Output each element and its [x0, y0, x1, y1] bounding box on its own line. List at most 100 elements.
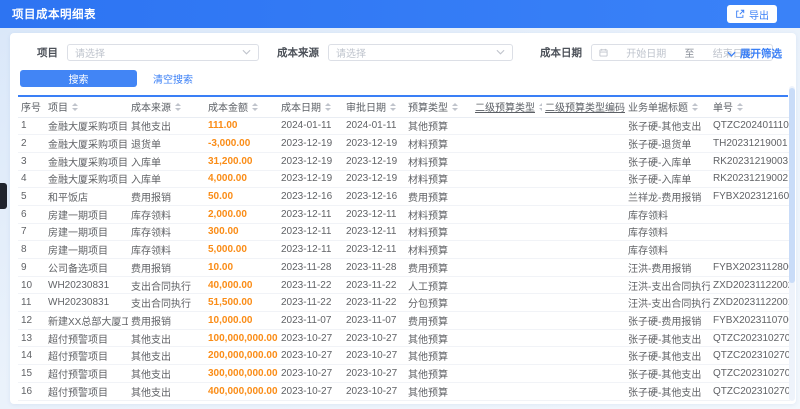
column-header-8[interactable]: 二级预算类型编码 — [542, 97, 625, 118]
cell: 其他预算 — [405, 364, 472, 383]
cell — [472, 346, 542, 366]
cell: 张子硬-费用报销 — [625, 311, 710, 330]
table-scrollbar[interactable] — [789, 86, 795, 401]
cost-source-filter-label: 成本来源 — [277, 46, 319, 59]
cell: RK20231219003 — [710, 152, 790, 171]
sort-icon[interactable] — [252, 103, 258, 111]
cell: 16 — [18, 382, 45, 401]
table-row: 1 金融大厦采购项目 其他支出 111.00 2024-01-11 2024-01-11 其… — [18, 117, 790, 136]
cell: 其他预算 — [405, 346, 472, 366]
cell — [542, 382, 625, 401]
cell: 兰祥龙-费用报销 — [625, 187, 710, 206]
cell — [710, 240, 790, 259]
cell: 房建一期项目 — [45, 240, 128, 259]
column-header-3[interactable]: 成本金额 — [205, 97, 278, 118]
table-row: 13 超付预警项目 其他支出 100,000,000.00 2023-10-27 2023… — [18, 329, 790, 348]
column-header-9[interactable]: 业务单据标题 — [625, 97, 710, 118]
cell: 6 — [18, 205, 45, 224]
cell: QTZC20231027002 — [710, 400, 790, 404]
cell: 入库单 — [128, 152, 205, 171]
cell: 库存领料 — [625, 240, 710, 259]
cell: QTZC20231027002 — [710, 364, 790, 383]
cell: 张子硬-其他支出 — [625, 382, 710, 401]
cell: 新建XX总部大厦工程二期 — [45, 311, 128, 330]
cell: WH20230831 — [45, 276, 128, 295]
cell: 2023-10-27 — [343, 346, 405, 366]
cell — [472, 329, 542, 348]
cell: 2023-12-19 — [343, 152, 405, 171]
cell: 111.00 — [205, 117, 278, 136]
column-header-0: 序号 — [18, 97, 45, 118]
filter-bar: 项目 请选择 成本来源 请选择 成本日期 开始日期 至 结束日期 展开筛选 — [10, 33, 796, 61]
cell: 2023-11-28 — [278, 258, 343, 277]
cell — [542, 240, 625, 259]
search-button[interactable]: 搜索 — [20, 70, 137, 87]
cell — [472, 364, 542, 383]
column-header-label: 单号 — [713, 103, 733, 115]
cell: 50.00 — [205, 187, 278, 206]
table-row: 12新建XX总部大厦工程二期费用报销10,000.002023-11-07202… — [18, 311, 790, 330]
cell: 15 — [18, 364, 45, 383]
column-header-1[interactable]: 项目 — [45, 97, 128, 118]
cell: 库存领料 — [625, 205, 710, 224]
cell: 500,000,000.00 — [205, 400, 278, 404]
cell — [472, 134, 542, 153]
chevron-down-icon — [496, 49, 505, 55]
cost-source-select[interactable]: 请选择 — [328, 43, 513, 61]
sort-icon[interactable] — [692, 103, 698, 111]
sort-icon[interactable] — [737, 103, 743, 111]
column-header-2[interactable]: 成本来源 — [128, 97, 205, 118]
cell: 库存领料 — [128, 223, 205, 242]
sort-icon[interactable] — [539, 103, 542, 111]
column-header-5[interactable]: 审批日期 — [343, 97, 405, 118]
expand-filters-link[interactable]: 展开筛选 — [727, 46, 782, 61]
cell: 7 — [18, 223, 45, 242]
column-header-6[interactable]: 预算类型 — [405, 97, 472, 118]
sort-icon[interactable] — [175, 103, 181, 111]
sort-icon[interactable] — [325, 103, 331, 111]
cell: 入库单 — [128, 170, 205, 189]
table-scrollbar-thumb[interactable] — [789, 88, 795, 284]
cell — [542, 152, 625, 171]
cell: 人工预算 — [405, 276, 472, 295]
cell: 金融大厦采购项目 — [45, 170, 128, 189]
cell: FYBX20231216001 — [710, 187, 790, 206]
cell: ZXD20231122002 — [710, 276, 790, 295]
sort-icon[interactable] — [72, 103, 78, 111]
cell: 费用报销 — [128, 187, 205, 206]
cell: 材料预算 — [405, 223, 472, 242]
project-select-placeholder: 请选择 — [75, 48, 105, 60]
project-select[interactable]: 请选择 — [67, 43, 259, 61]
cell: 2023-11-22 — [343, 276, 405, 295]
cell: 张子硬-入库单 — [625, 152, 710, 171]
content-card: 项目 请选择 成本来源 请选择 成本日期 开始日期 至 结束日期 展开筛选 搜索… — [10, 33, 796, 404]
cell: 2023-12-11 — [343, 205, 405, 224]
cell: 10,000.00 — [205, 311, 278, 330]
cell: 金融大厦采购项目 — [45, 152, 128, 171]
cell: 张子硬-其他支出 — [625, 346, 710, 366]
column-header-10[interactable]: 单号 — [710, 97, 790, 118]
cell: 2023-11-28 — [343, 258, 405, 277]
cell: 2024-01-11 — [343, 117, 405, 136]
cell — [472, 117, 542, 136]
cell — [472, 382, 542, 401]
sidebar-collapse-handle[interactable] — [0, 183, 7, 209]
cell: WH20230831 — [45, 293, 128, 313]
column-header-7[interactable]: 二级预算类型 — [472, 97, 542, 118]
action-bar: 搜索 清空搜索 — [10, 61, 796, 87]
sort-icon[interactable] — [452, 103, 458, 111]
cell: 2023-12-19 — [278, 134, 343, 153]
column-header-4[interactable]: 成本日期 — [278, 97, 343, 118]
clear-search-link[interactable]: 清空搜索 — [153, 71, 193, 86]
cell: 2023-10-27 — [278, 346, 343, 366]
export-button[interactable]: 导出 — [727, 5, 777, 23]
cell: 51,500.00 — [205, 293, 278, 313]
table-row: 15 超付预警项目 其他支出 300,000,000.00 2023-10-27 2023… — [18, 364, 790, 383]
cell: 300,000,000.00 — [205, 364, 278, 383]
cell: 2023-12-19 — [343, 134, 405, 153]
sort-icon[interactable] — [390, 103, 396, 111]
cell: 2023-12-11 — [278, 205, 343, 224]
cell: 房建一期项目 — [45, 205, 128, 224]
cell: 2 — [18, 134, 45, 153]
table-row: 6 房建一期项目 库存领料 2,000.00 2023-12-11 2023-12-11 材… — [18, 205, 790, 224]
